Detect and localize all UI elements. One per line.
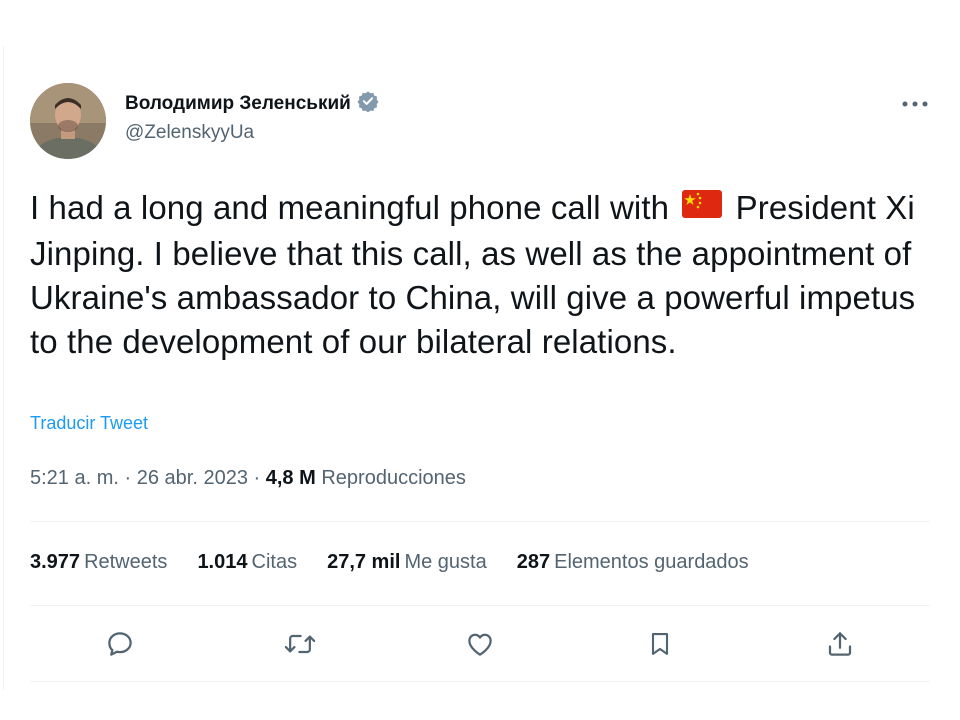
bookmark-button[interactable] [638,622,682,666]
tweet-time[interactable]: 5:21 a. m. [30,467,119,489]
divider [30,605,930,606]
likes-stat[interactable]: 27,7 mil Me gusta [327,551,487,574]
retweet-button[interactable] [278,622,322,666]
retweets-label: Retweets [84,551,168,573]
meta-separator: · [124,467,132,489]
translate-tweet-link[interactable]: Traducir Tweet [30,413,148,434]
retweets-count: 3.977 [30,551,81,573]
bookmarks-count: 287 [516,551,551,573]
views-label: Reproducciones [321,467,466,489]
reply-icon [108,632,132,656]
tweet-text-part1: I had a long and meaningful phone call w… [30,189,670,226]
author-handle[interactable]: @ZelenskyyUa [125,122,254,144]
quotes-count: 1.014 [197,551,248,573]
divider [30,681,930,682]
bookmarks-label: Elementos guardados [554,551,749,573]
like-button[interactable] [458,622,502,666]
tweet-meta: 5:21 a. m. · 26 abr. 2023 · 4,8 M Reprod… [30,467,466,490]
bookmark-icon [651,633,669,655]
verified-badge-icon [357,90,379,117]
tweet-text: I had a long and meaningful phone call w… [30,186,935,364]
meta-separator: · [253,467,261,489]
likes-count: 27,7 mil [327,551,401,573]
retweet-icon [284,634,316,654]
tweet-stats: 3.977 Retweets 1.014 Citas 27,7 mil Me gust… [30,551,749,574]
share-icon [828,632,852,656]
reply-button[interactable] [98,622,142,666]
quotes-stat[interactable]: 1.014 Citas [197,551,297,574]
retweets-stat[interactable]: 3.977 Retweets [30,551,167,574]
avatar[interactable] [30,83,106,159]
more-dots-icon [902,101,928,107]
action-bar [30,622,930,666]
like-icon [468,633,492,656]
bookmarks-stat[interactable]: 287 Elementos guardados [517,551,749,574]
display-name[interactable]: Володимир Зеленський [125,93,351,115]
views-count: 4,8 M [265,467,316,489]
author-name-row[interactable]: Володимир Зеленський [125,90,379,117]
divider [30,521,930,522]
likes-label: Me gusta [404,551,487,573]
china-flag-icon [682,185,723,229]
share-button[interactable] [818,622,862,666]
tweet-date[interactable]: 26 abr. 2023 [137,467,248,489]
more-options-button[interactable] [897,92,933,116]
profile-photo [30,83,106,159]
quotes-label: Citas [251,551,298,573]
